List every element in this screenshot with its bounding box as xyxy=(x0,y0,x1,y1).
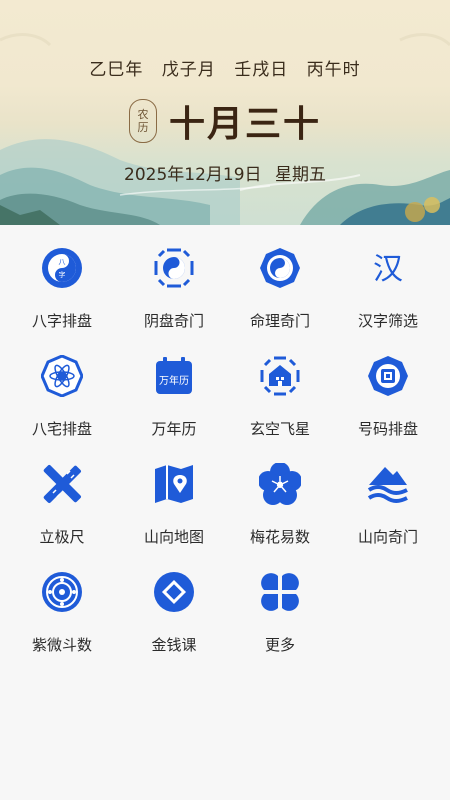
menu-item-label: 八宅排盘 xyxy=(31,420,92,438)
calendar-icon: 万年历 xyxy=(156,357,192,394)
svg-text:八: 八 xyxy=(59,258,66,266)
menu-item-label: 立极尺 xyxy=(39,528,85,546)
plum-blossom-icon xyxy=(259,463,301,505)
bazhai-icon xyxy=(41,355,83,397)
ruler-icon xyxy=(43,465,81,503)
hanzi-icon: 汉 xyxy=(373,252,403,287)
menu-item-label: 金钱课 xyxy=(151,636,197,654)
weekday: 星期五 xyxy=(274,165,326,185)
more-grid-icon xyxy=(261,573,299,611)
menu-item-ziwei[interactable]: 紫微斗数 xyxy=(6,549,118,654)
menu-item-number-paipan[interactable]: 号码排盘 xyxy=(332,333,444,438)
map-pin-icon xyxy=(155,465,193,503)
menu-item-hanzi-filter[interactable]: 汉 汉字筛选 xyxy=(332,225,444,330)
mountain-wave-icon xyxy=(367,467,408,503)
year-ganzhi: 乙巳年 xyxy=(89,60,144,80)
ziwei-disc-icon xyxy=(42,572,82,612)
menu-item-label: 号码排盘 xyxy=(357,420,418,438)
menu-item-liji-ruler[interactable]: 立极尺 xyxy=(6,441,118,546)
menu-item-label: 玄空飞星 xyxy=(249,420,310,438)
menu-item-yinpan-qimen[interactable]: 阴盘奇门 xyxy=(118,225,230,330)
lunar-date: 十月三十 xyxy=(168,103,321,145)
menu-item-label: 八字排盘 xyxy=(31,312,92,330)
menu-item-label: 阴盘奇门 xyxy=(143,312,204,330)
menu-item-shanxiang-map[interactable]: 山向地图 xyxy=(118,441,230,546)
ganzhi-row: 乙巳年 戊子月 壬戌日 丙午时 xyxy=(0,55,450,80)
feature-grid: 八 字 八字排盘 阴盘奇门 命理奇门 汉 汉字筛选 八宅排盘 万年历 万年历 玄… xyxy=(0,225,450,800)
lunar-badge: 农 历 xyxy=(128,99,157,143)
menu-item-wannianli[interactable]: 万年历 万年历 xyxy=(118,333,230,438)
solar-date-row: 2025年12月19日 星期五 xyxy=(0,160,450,185)
mingli-taiji-icon xyxy=(260,248,300,288)
menu-item-meihua[interactable]: 梅花易数 xyxy=(224,441,336,546)
hour-ganzhi: 丙午时 xyxy=(306,60,361,80)
lunar-date-row: 农 历 十月三十 xyxy=(0,95,450,147)
coin-icon xyxy=(154,572,194,612)
menu-item-label: 万年历 xyxy=(151,420,197,438)
menu-item-jinqian[interactable]: 金钱课 xyxy=(118,549,230,654)
month-ganzhi: 戊子月 xyxy=(161,60,216,80)
number-bagua-icon xyxy=(368,356,408,396)
menu-item-label: 紫微斗数 xyxy=(31,636,92,654)
menu-item-label: 山向地图 xyxy=(143,528,204,546)
solar-date: 2025年12月19日 xyxy=(124,165,262,185)
menu-item-xuankong[interactable]: 玄空飞星 xyxy=(224,333,336,438)
svg-text:万年历: 万年历 xyxy=(159,374,189,387)
svg-text:汉: 汉 xyxy=(373,252,403,287)
menu-item-label: 山向奇门 xyxy=(357,528,418,546)
menu-item-label: 汉字筛选 xyxy=(357,312,418,330)
header-banner: 乙巳年 戊子月 壬戌日 丙午时 农 历 十月三十 2025年12月19日 星期五 xyxy=(0,0,450,225)
yinpan-bagua-icon xyxy=(154,248,194,288)
day-ganzhi: 壬戌日 xyxy=(234,60,289,80)
menu-item-bazi[interactable]: 八 字 八字排盘 xyxy=(6,225,118,330)
menu-item-label: 更多 xyxy=(264,636,295,654)
svg-text:字: 字 xyxy=(59,270,66,279)
bazi-icon: 八 字 xyxy=(42,248,82,288)
xuankong-house-icon xyxy=(260,356,300,396)
menu-item-more[interactable]: 更多 xyxy=(224,549,336,654)
menu-item-mingli-qimen[interactable]: 命理奇门 xyxy=(224,225,336,330)
menu-item-shanxiang-qimen[interactable]: 山向奇门 xyxy=(332,441,444,546)
menu-item-label: 命理奇门 xyxy=(249,312,310,330)
menu-item-bazhai[interactable]: 八宅排盘 xyxy=(6,333,118,438)
menu-item-label: 梅花易数 xyxy=(249,528,310,546)
